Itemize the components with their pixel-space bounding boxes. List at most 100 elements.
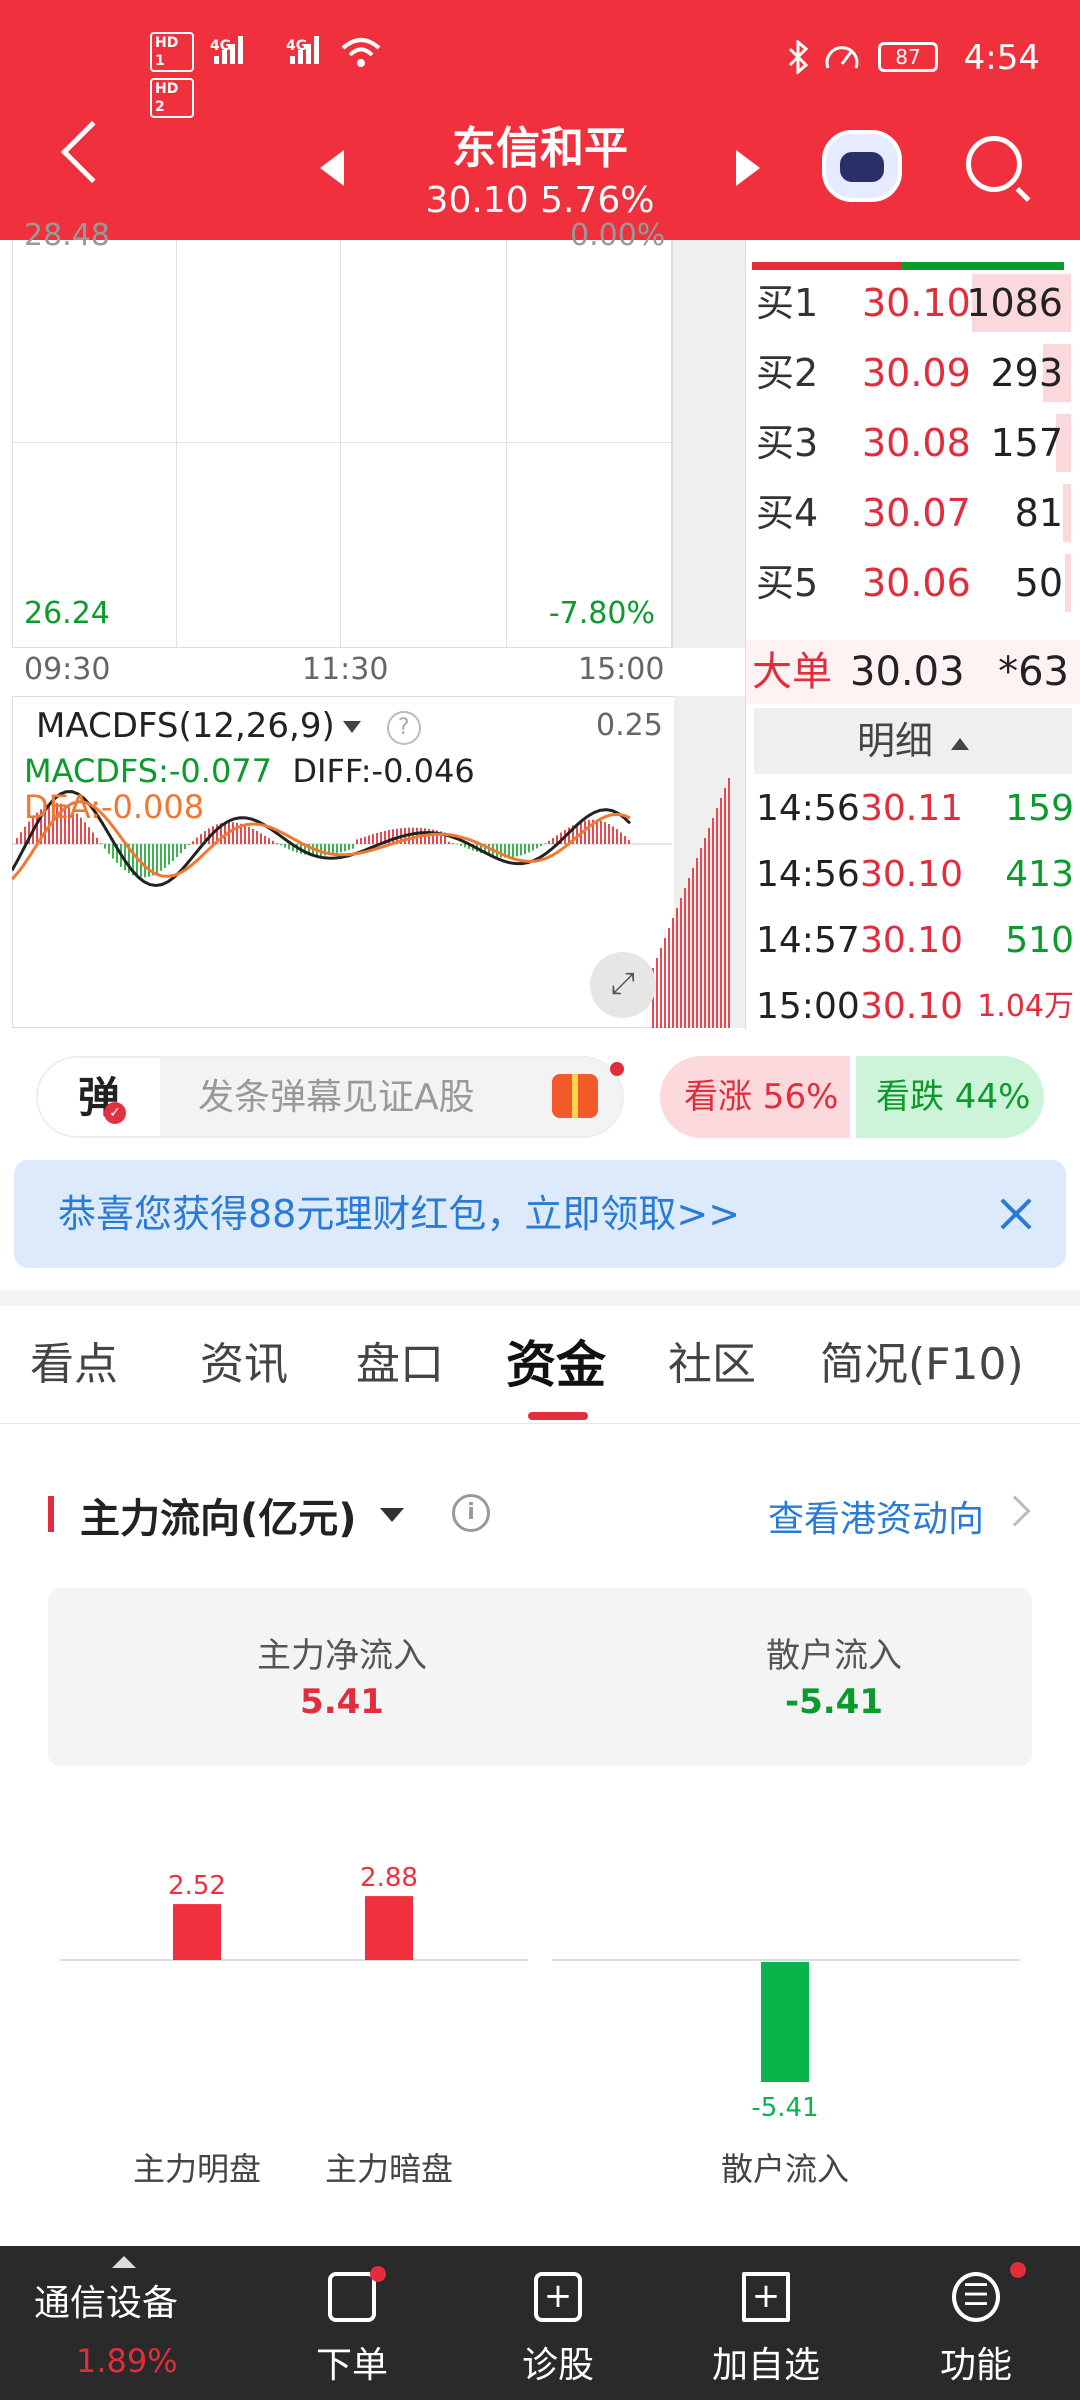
main-net-inflow-value: 5.41 <box>300 1682 384 1722</box>
section-divider <box>0 1290 1080 1306</box>
tick-row: 14:56 30.10 413 <box>756 842 1074 908</box>
bid-price: 30.07 <box>862 491 971 535</box>
flow-value-label: 2.88 <box>360 1863 418 1893</box>
intraday-chart-area[interactable]: 28.48 0.00% 26.24 -7.80% 09:30 11:30 15:… <box>0 218 745 1030</box>
bid-row[interactable]: 买2 30.09 293 <box>756 338 1071 408</box>
info-icon[interactable]: i <box>452 1494 490 1532</box>
tick-time: 15:00 <box>756 986 860 1027</box>
retail-inflow-label: 散户流入 <box>766 1636 902 1676</box>
speedometer-icon <box>825 46 859 69</box>
hk-capital-link[interactable]: 查看港资动向 <box>768 1490 984 1542</box>
vote-bearish-button[interactable]: 看跌 44% <box>856 1056 1044 1138</box>
tick-volume: 159 <box>1005 788 1074 829</box>
bid-row[interactable]: 买3 30.08 157 <box>756 408 1071 478</box>
nav-order-label: 下单 <box>315 2345 388 2386</box>
after-hours-zone <box>672 240 745 648</box>
tick-price: 30.11 <box>860 788 964 829</box>
help-icon[interactable]: ? <box>386 710 421 745</box>
tick-price: 30.10 <box>860 986 964 1027</box>
tab-profile-f10[interactable]: 简况(F10) <box>820 1306 1024 1424</box>
bid-label: 买5 <box>756 561 819 605</box>
nav-diagnose[interactable]: + 诊股 <box>468 2246 648 2400</box>
diagnose-icon: + <box>534 2272 582 2322</box>
big-order-label: 大单 <box>752 649 832 695</box>
order-book: 买1 30.10 1086 买2 30.09 293 买3 30.08 157 买4 30.07 81… <box>745 240 1080 1030</box>
nav-functions-label: 功能 <box>939 2345 1012 2386</box>
hd2-badge: HD 2 <box>150 78 194 118</box>
fund-flow-summary: 主力净流入 5.41 散户流入 -5.41 <box>48 1588 1032 1766</box>
bid-row[interactable]: 买4 30.07 81 <box>756 478 1071 548</box>
chevron-down-icon[interactable] <box>380 1508 404 1522</box>
big-order-row[interactable]: 大单 30.03 *63 <box>746 640 1080 704</box>
tick-time: 14:57 <box>756 920 860 961</box>
prev-stock-icon[interactable] <box>320 150 344 186</box>
wifi-icon <box>341 38 381 67</box>
macd-indicator-selector[interactable]: MACDFS(12,26,9)? <box>36 706 421 746</box>
tab-highlights[interactable]: 看点 <box>30 1306 118 1424</box>
bid-price: 30.09 <box>862 351 971 395</box>
promo-banner[interactable]: 恭喜您获得88元理财红包，立即领取>> <box>14 1160 1066 1268</box>
retail-inflow-value: -5.41 <box>785 1682 883 1722</box>
price-chart-panel[interactable] <box>12 240 672 648</box>
close-icon[interactable] <box>996 1194 1036 1234</box>
nav-order[interactable]: 下单 <box>262 2246 442 2400</box>
macd-values: MACDFS:-0.077 DIFF:-0.046 <box>24 752 475 790</box>
bid-label: 买3 <box>756 421 819 465</box>
tick-price: 30.10 <box>860 854 964 895</box>
chevron-down-icon <box>342 721 361 733</box>
search-icon[interactable] <box>966 136 1022 192</box>
chevron-up-icon[interactable] <box>112 2256 136 2268</box>
gift-icon[interactable] <box>552 1074 598 1118</box>
flow-bar <box>365 1896 413 1960</box>
macdfs-value: MACDFS:-0.077 <box>24 752 273 790</box>
bid-label: 买1 <box>756 281 819 325</box>
main-net-inflow-label: 主力净流入 <box>257 1636 427 1676</box>
flow-value-label: -5.41 <box>751 2093 818 2123</box>
stock-price: 30.10 <box>425 180 529 221</box>
danmu-input[interactable]: 发条弹幕见证A股 <box>198 1058 475 1136</box>
next-stock-icon[interactable] <box>736 150 760 186</box>
tab-orderbook[interactable]: 盘口 <box>356 1306 444 1424</box>
promo-text[interactable]: 恭喜您获得88元理财红包，立即领取>> <box>58 1160 740 1268</box>
bid-volume: 81 <box>1014 491 1063 535</box>
vote-bullish-button[interactable]: 看涨 56% <box>660 1056 850 1138</box>
tick-row: 15:00 30.10 1.04万 <box>756 974 1074 1040</box>
bid-price: 30.06 <box>862 561 971 605</box>
stock-change-pct: 5.76% <box>540 180 655 221</box>
nav-functions[interactable]: ☰ 功能 <box>886 2246 1066 2400</box>
clock: 4:54 <box>963 38 1040 78</box>
detail-label: 明细 <box>856 719 933 763</box>
tab-funds[interactable]: 资金 <box>506 1306 606 1424</box>
sector-name[interactable]: 通信设备 <box>34 2274 178 2326</box>
grid-line <box>12 442 672 443</box>
app-header: HD 1 HD 2 4G 4G 87 4:54 东信和平 30.10 5.76% <box>0 0 1080 240</box>
bid-row[interactable]: 买5 30.06 50 <box>756 548 1071 618</box>
back-arrow-icon[interactable] <box>60 120 124 184</box>
robot-assistant-icon[interactable] <box>822 130 902 202</box>
bid-row[interactable]: 买1 30.10 1086 <box>756 268 1071 338</box>
chevron-up-icon <box>951 737 969 750</box>
time-axis-end: 15:00 <box>578 652 665 687</box>
diff-value: DIFF:-0.046 <box>292 752 475 790</box>
notification-dot <box>370 2266 386 2282</box>
danmu-input-bar[interactable]: 弹 ✓ 发条弹幕见证A股 <box>36 1056 624 1138</box>
tick-time: 14:56 <box>756 788 860 829</box>
bid-label: 买4 <box>756 491 819 535</box>
chevron-right-icon[interactable] <box>999 1495 1031 1527</box>
detail-toggle[interactable]: 明细 <box>754 708 1072 774</box>
pct-high-label: 0.00% <box>570 218 666 253</box>
danmu-toggle[interactable]: 弹 ✓ <box>38 1058 160 1136</box>
nav-add-watchlist[interactable]: + 加自选 <box>676 2246 856 2400</box>
flow-bar <box>761 1962 809 2082</box>
expand-icon[interactable]: ⤢ <box>590 952 656 1018</box>
active-tab-indicator <box>528 1412 588 1420</box>
grid-line <box>506 240 507 648</box>
tab-community[interactable]: 社区 <box>668 1306 756 1424</box>
bid-price: 30.10 <box>862 281 971 325</box>
tab-news[interactable]: 资讯 <box>200 1306 288 1424</box>
fund-flow-title[interactable]: 主力流向(亿元) <box>80 1486 357 1544</box>
price-low-label: 26.24 <box>24 596 110 631</box>
menu-icon: ☰ <box>952 2272 1000 2322</box>
hd1-badge: HD 1 <box>150 32 194 72</box>
tick-price: 30.10 <box>860 920 964 961</box>
